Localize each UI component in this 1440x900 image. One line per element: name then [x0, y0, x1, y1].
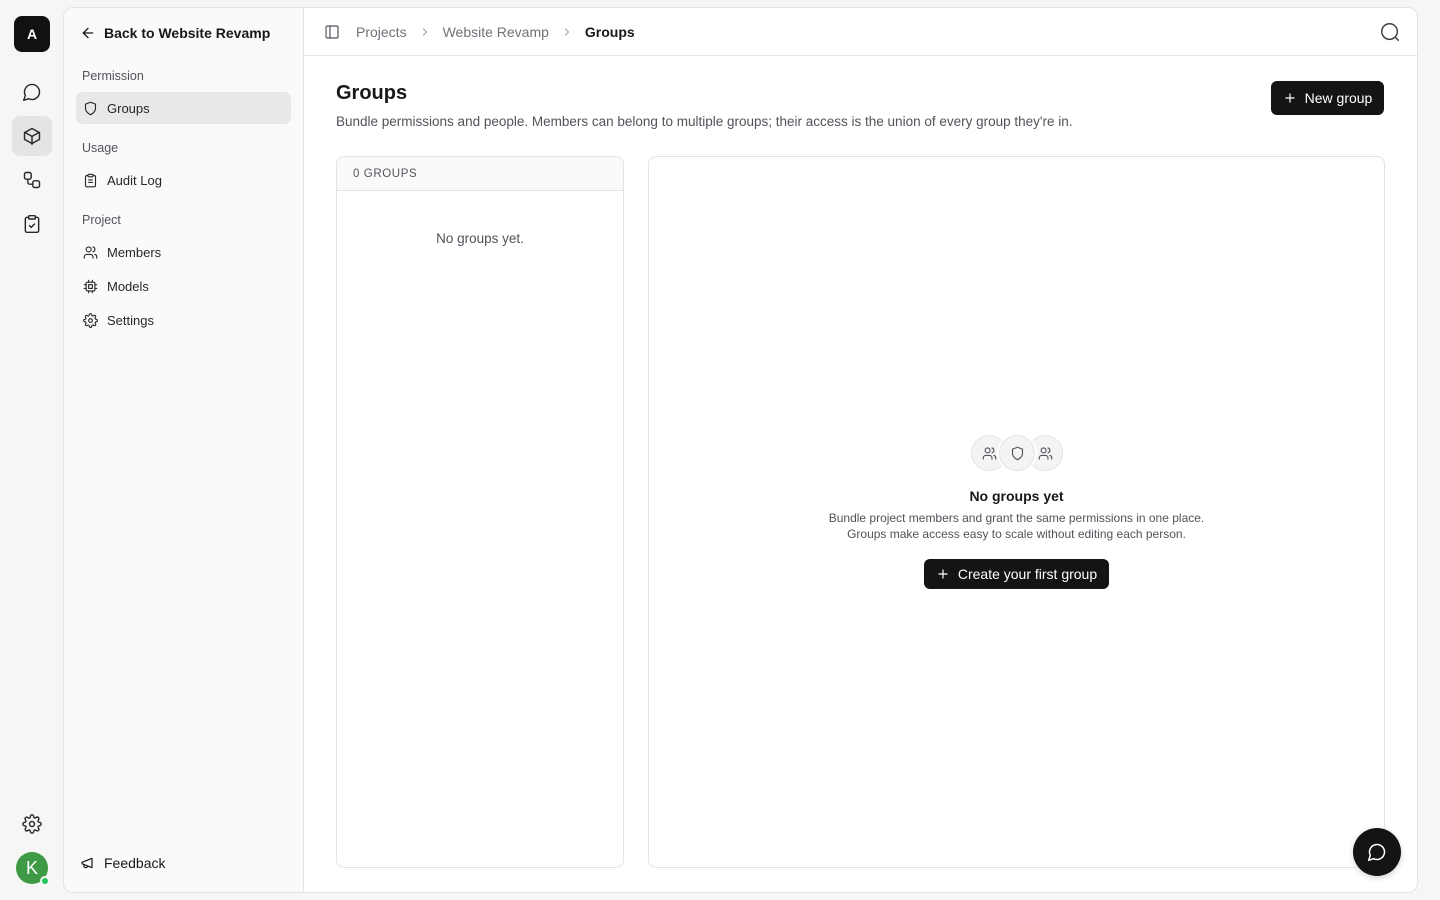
sidebar-item-groups[interactable]: Groups	[76, 92, 291, 124]
group-detail-panel: No groups yet Bundle project members and…	[648, 156, 1385, 868]
chat-bubble-icon	[1367, 842, 1387, 862]
chat-bubble-icon	[22, 82, 42, 102]
rail-tasks-button[interactable]	[12, 204, 52, 244]
sidebar-item-label: Settings	[107, 312, 154, 328]
clipboard-check-icon	[22, 214, 42, 234]
sidebar-item-settings[interactable]: Settings	[76, 304, 291, 336]
shield-icon	[999, 435, 1035, 471]
clipboard-list-icon	[83, 173, 98, 188]
breadcrumb-groups: Groups	[584, 24, 635, 40]
sidebar-item-members[interactable]: Members	[76, 236, 291, 268]
workflow-icon	[22, 170, 42, 190]
gear-icon	[22, 814, 42, 834]
workspace-switcher[interactable]: A	[14, 16, 50, 52]
empty-state-line-2: Groups make access easy to scale without…	[847, 527, 1186, 541]
search-icon	[1379, 21, 1401, 43]
section-label-permission: Permission	[82, 69, 144, 83]
sidebar-toggle-icon	[324, 24, 340, 40]
settings-sidebar: Back to Website Revamp Permission Groups…	[64, 8, 304, 892]
main-card: Back to Website Revamp Permission Groups…	[63, 7, 1418, 893]
groups-list-panel: 0 GROUPS No groups yet.	[336, 156, 624, 868]
rail-workflows-button[interactable]	[12, 160, 52, 200]
empty-state-illustration	[971, 435, 1063, 471]
section-label-usage: Usage	[82, 141, 119, 155]
toggle-sidebar-button[interactable]	[324, 24, 340, 40]
back-link-label: Back to Website Revamp	[104, 25, 271, 41]
new-group-button[interactable]: New group	[1271, 81, 1384, 115]
page-subtitle: Bundle permissions and people. Members c…	[336, 114, 1073, 129]
rail-projects-button[interactable]	[12, 116, 52, 156]
sidebar-item-audit-log[interactable]: Audit Log	[76, 164, 291, 196]
feedback-button[interactable]: Feedback	[80, 852, 165, 874]
feedback-label: Feedback	[104, 855, 166, 871]
empty-state-description: Bundle project members and grant the sam…	[649, 510, 1384, 542]
breadcrumb-projects[interactable]: Projects	[356, 24, 407, 40]
sidebar-item-label: Members	[107, 244, 162, 260]
megaphone-icon	[80, 855, 96, 871]
chevron-right-icon	[419, 26, 431, 38]
rail-settings-button[interactable]	[12, 804, 52, 844]
back-link[interactable]: Back to Website Revamp	[80, 22, 270, 44]
shield-icon	[83, 101, 98, 116]
empty-state-title: No groups yet	[969, 488, 1064, 504]
main-content: Groups Bundle permissions and people. Me…	[304, 56, 1417, 892]
breadcrumb-website-revamp[interactable]: Website Revamp	[443, 24, 549, 40]
groups-list-empty-text: No groups yet.	[436, 231, 524, 246]
sidebar-item-label: Audit Log	[107, 172, 162, 188]
top-bar: Projects Website Revamp Groups	[304, 8, 1417, 56]
sidebar-item-label: Groups	[107, 100, 150, 116]
plus-icon	[936, 567, 950, 581]
create-first-group-button[interactable]: Create your first group	[924, 559, 1109, 589]
create-first-group-label: Create your first group	[957, 566, 1098, 582]
presence-indicator	[40, 876, 50, 886]
section-label-project: Project	[82, 213, 121, 227]
chat-support-button[interactable]	[1353, 828, 1401, 876]
new-group-label: New group	[1304, 90, 1373, 106]
page-title: Groups	[336, 82, 408, 104]
chip-icon	[83, 279, 98, 294]
gear-icon	[83, 312, 98, 328]
rail-chat-button[interactable]	[12, 72, 52, 112]
sidebar-item-models[interactable]: Models	[76, 270, 291, 302]
chevron-right-icon	[561, 26, 573, 38]
plus-icon	[1283, 91, 1297, 105]
cube-icon	[22, 126, 42, 146]
app-rail: A K	[0, 0, 64, 900]
search-button[interactable]	[1379, 21, 1401, 43]
users-icon	[83, 245, 98, 260]
breadcrumb: Projects Website Revamp Groups	[356, 8, 635, 56]
arrow-left-icon	[80, 25, 96, 41]
groups-count-label: 0 GROUPS	[337, 157, 623, 191]
empty-state-line-1: Bundle project members and grant the sam…	[828, 511, 1205, 525]
sidebar-item-label: Models	[107, 278, 149, 294]
